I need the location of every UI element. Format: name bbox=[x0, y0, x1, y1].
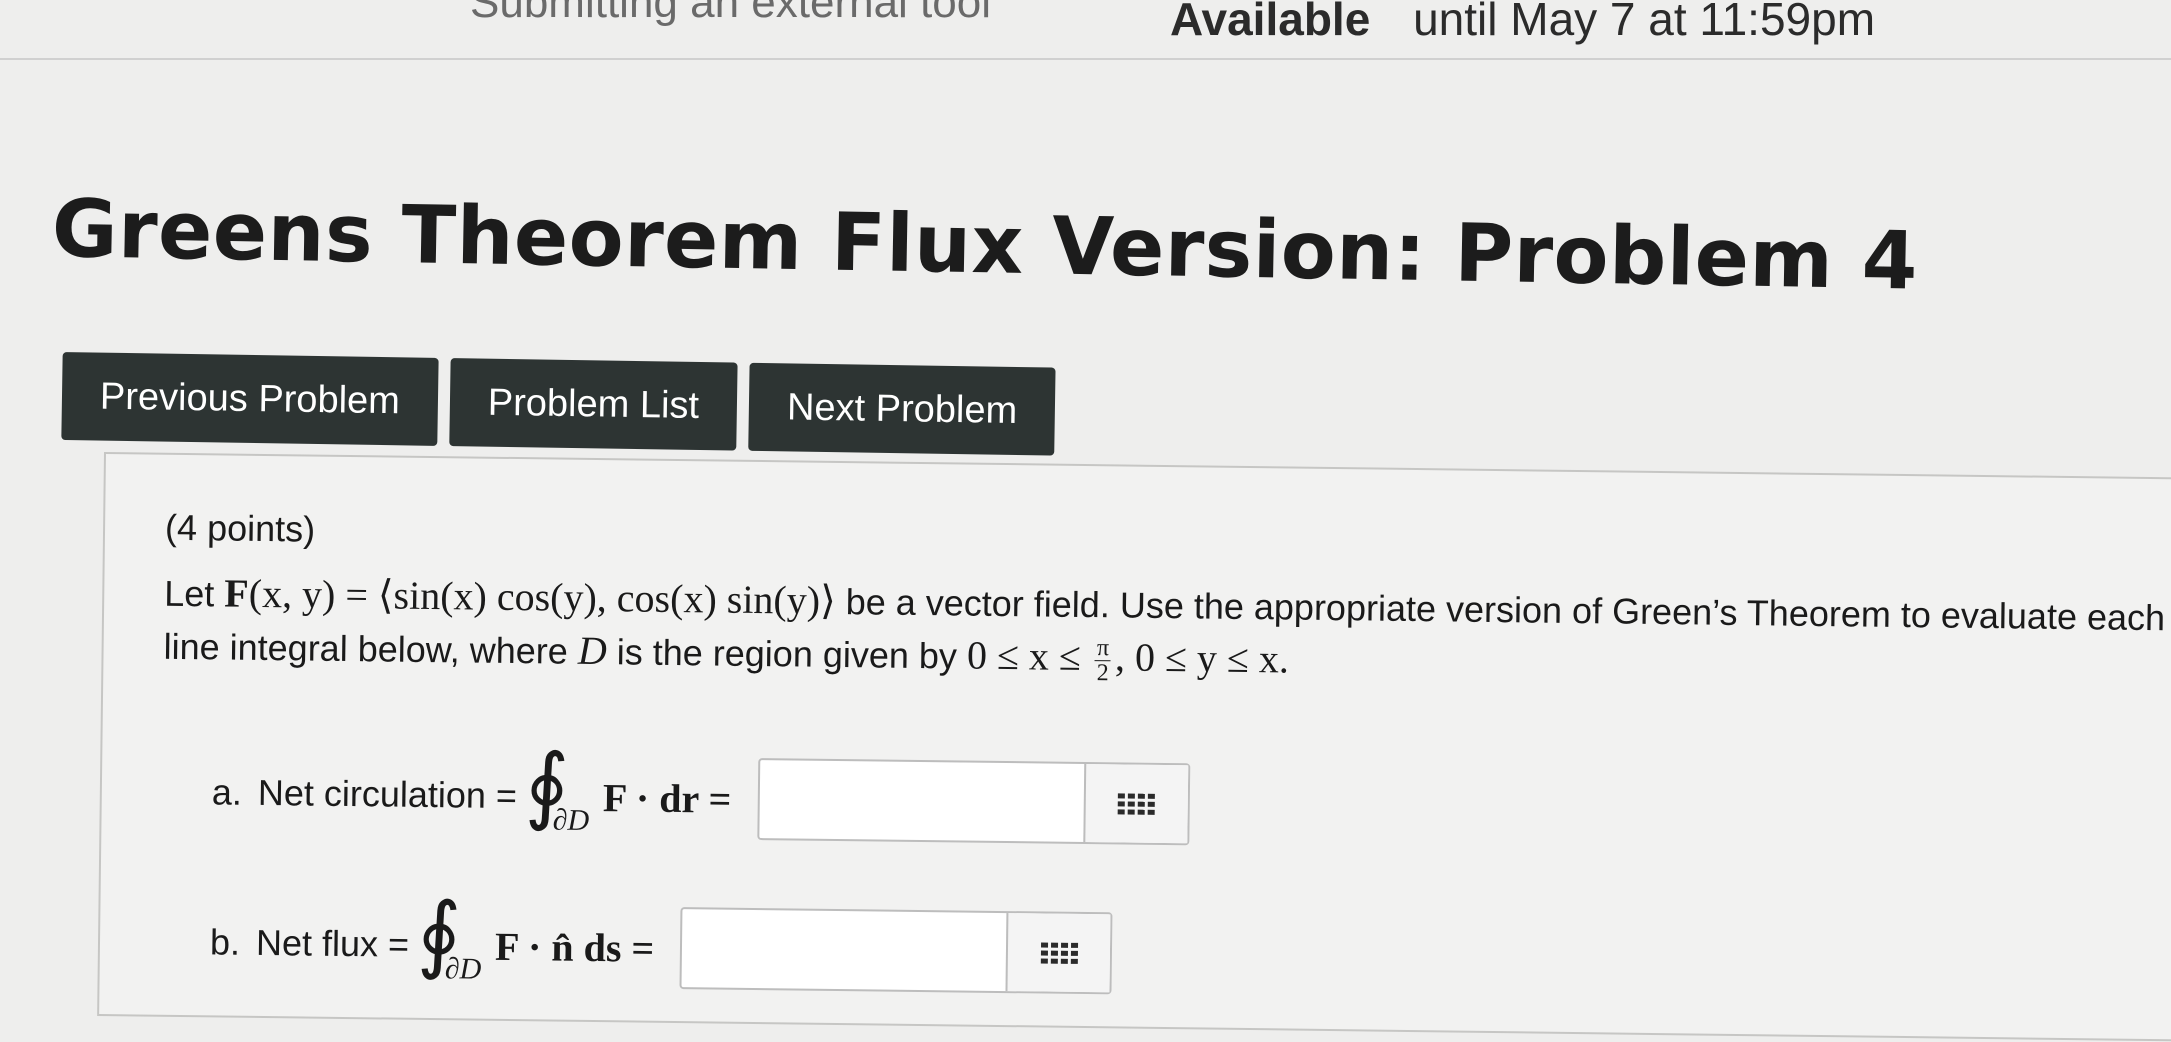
circulation-answer-input[interactable] bbox=[758, 760, 1084, 842]
keypad-icon bbox=[1117, 792, 1155, 815]
part-b-letter: b. bbox=[209, 921, 241, 963]
math-keypad-button-b[interactable] bbox=[1005, 913, 1111, 993]
problem-list-button[interactable]: Problem List bbox=[449, 358, 738, 451]
fraction-denominator: 2 bbox=[1096, 660, 1109, 687]
problem-statement: Let F(x, y) = ⟨sin(x) cos(y), cos(x) sin… bbox=[163, 567, 2171, 699]
integral-subscript: ∂D bbox=[444, 952, 482, 986]
page-title: Greens Theorem Flux Version: Problem 4 bbox=[51, 182, 1919, 308]
pi-over-2-fraction: π 2 bbox=[1094, 635, 1112, 687]
part-b-label: Net flux = bbox=[255, 921, 410, 965]
answer-box-b bbox=[679, 907, 1113, 995]
contour-integral-a: ∮ ∂D bbox=[524, 735, 595, 852]
statement-text-2: is the region given by bbox=[616, 631, 958, 677]
problem-nav: Previous Problem Problem List Next Probl… bbox=[61, 352, 1056, 456]
part-a: a. Net circulation = ∮ ∂D F · dr = bbox=[211, 735, 1190, 859]
vector-field-definition: (x, y) = ⟨sin(x) cos(y), cos(x) sin(y)⟩ bbox=[248, 570, 837, 623]
integral-subscript: ∂D bbox=[552, 803, 590, 837]
region-condition-1: 0 ≤ x ≤ bbox=[966, 632, 1082, 679]
flux-answer-input[interactable] bbox=[681, 909, 1007, 992]
region-condition-2: , 0 ≤ y ≤ x. bbox=[1114, 634, 1290, 682]
availability: Available until May 7 at 11:59pm bbox=[1170, 0, 1875, 46]
available-date: until May 7 at 11:59pm bbox=[1413, 0, 1876, 45]
available-label: Available bbox=[1170, 0, 1371, 45]
problem-panel: (4 points) Let F(x, y) = ⟨sin(x) cos(y),… bbox=[97, 452, 2171, 1042]
region-variable: D bbox=[577, 627, 608, 674]
part-a-integrand: F · dr = bbox=[602, 774, 732, 822]
part-a-letter: a. bbox=[211, 771, 243, 813]
problem-body: (4 points) Let F(x, y) = ⟨sin(x) cos(y),… bbox=[159, 455, 2171, 1040]
top-bar: Submitting an external tool Available un… bbox=[0, 0, 2171, 60]
part-b: b. Net flux = ∮ ∂D F · n̂ ds = bbox=[209, 884, 1113, 1008]
part-a-label: Net circulation = bbox=[257, 771, 518, 817]
keypad-icon bbox=[1040, 941, 1078, 964]
fraction-numerator: π bbox=[1094, 635, 1112, 662]
vector-field-name: F bbox=[224, 570, 250, 616]
let-word: Let bbox=[164, 572, 215, 615]
math-keypad-button-a[interactable] bbox=[1082, 763, 1188, 844]
previous-problem-button[interactable]: Previous Problem bbox=[61, 352, 439, 446]
contour-integral-b: ∮ ∂D bbox=[416, 884, 487, 1001]
external-tool-text: Submitting an external tool bbox=[470, 0, 991, 27]
points-label: (4 points) bbox=[164, 506, 316, 550]
answer-box-a bbox=[756, 758, 1190, 846]
part-b-integrand: F · n̂ ds = bbox=[494, 923, 655, 971]
next-problem-button[interactable]: Next Problem bbox=[748, 362, 1056, 456]
